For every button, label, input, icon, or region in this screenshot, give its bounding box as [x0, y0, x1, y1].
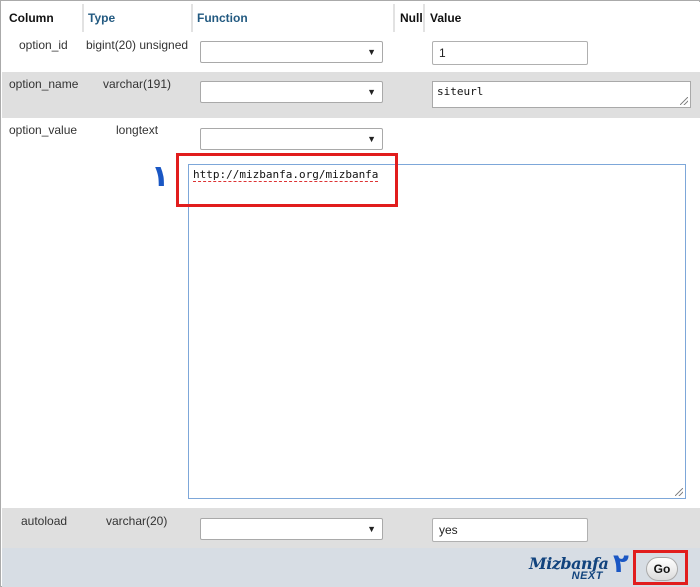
- go-button[interactable]: Go: [646, 557, 678, 581]
- function-select[interactable]: ▼: [200, 41, 383, 63]
- header-divider: [423, 4, 425, 32]
- chevron-down-icon: ▼: [367, 524, 376, 534]
- header-type[interactable]: Type: [83, 2, 193, 34]
- value-input[interactable]: 1: [432, 41, 588, 65]
- table-row: option_name varchar(191) ▼ siteurl: [2, 72, 700, 118]
- header-divider: [393, 4, 395, 32]
- column-type: varchar(191): [103, 77, 172, 91]
- function-select[interactable]: ▼: [200, 518, 383, 540]
- column-type: bigint(20) unsigned: [86, 38, 189, 52]
- value-textarea[interactable]: http://mizbanfa.org/mizbanfa: [188, 164, 686, 499]
- mizbanfa-logo: Mizbanfa NEXT: [529, 554, 609, 584]
- column-name: autoload: [21, 514, 68, 528]
- value-textarea[interactable]: siteurl: [432, 81, 691, 108]
- table-row: autoload varchar(20) ▼ yes: [2, 508, 700, 548]
- column-type: longtext: [116, 123, 159, 137]
- header-divider: [191, 4, 193, 32]
- value-text: siteurl: [437, 85, 484, 98]
- value-input[interactable]: yes: [432, 518, 588, 542]
- header-value: Value: [430, 11, 462, 25]
- column-name: option_name: [9, 77, 79, 91]
- header-column: Column: [9, 11, 54, 25]
- insert-edit-form: Column Type Function Null Value option_i…: [0, 0, 700, 587]
- chevron-down-icon: ▼: [367, 47, 376, 57]
- chevron-down-icon: ▼: [367, 87, 376, 97]
- header-divider: [82, 4, 84, 32]
- table-header: Column Type Function Null Value: [2, 2, 700, 34]
- column-name: option_id: [19, 38, 68, 52]
- highlight-box: [176, 153, 398, 207]
- column-name: option_value: [9, 123, 78, 137]
- resize-grip-icon[interactable]: [675, 488, 683, 496]
- logo-subtext: NEXT: [571, 570, 603, 582]
- header-function[interactable]: Function: [192, 2, 395, 34]
- resize-grip-icon[interactable]: [680, 97, 688, 105]
- step-marker-1: ١: [151, 159, 170, 194]
- function-select[interactable]: ▼: [200, 128, 383, 150]
- header-null: Null: [400, 11, 423, 25]
- column-type: varchar(20): [106, 514, 168, 528]
- chevron-down-icon: ▼: [367, 134, 376, 144]
- table-row: option_id bigint(20) unsigned ▼ 1: [2, 34, 700, 72]
- step-marker-2: ٢: [613, 549, 629, 579]
- function-select[interactable]: ▼: [200, 81, 383, 103]
